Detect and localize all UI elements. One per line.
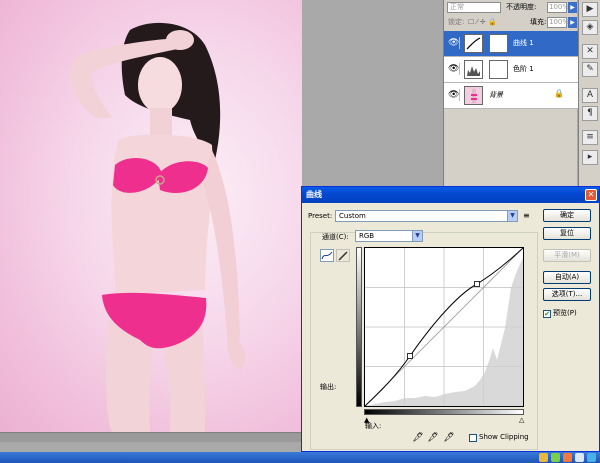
curves-adjustment-icon bbox=[464, 34, 483, 53]
tray-icon[interactable] bbox=[539, 453, 548, 462]
reset-button[interactable]: 复位 bbox=[543, 227, 591, 240]
levels-adjustment-icon bbox=[464, 60, 483, 79]
canvas-status-bar bbox=[0, 432, 302, 442]
fill-arrow-icon[interactable]: ▶ bbox=[568, 17, 577, 28]
channel-value: RGB bbox=[359, 232, 375, 240]
photo-image bbox=[0, 0, 302, 432]
channel-select[interactable]: RGB ▼ bbox=[355, 230, 423, 242]
dialog-title: 曲线 bbox=[306, 190, 322, 199]
show-clipping-label: Show Clipping bbox=[479, 433, 529, 441]
tray-icon[interactable] bbox=[563, 453, 572, 462]
auto-button[interactable]: 自动(A) bbox=[543, 271, 591, 284]
eye-icon[interactable]: 👁 bbox=[448, 89, 460, 101]
taskbar bbox=[0, 452, 600, 463]
layer-row-background[interactable]: 👁 背景 🔒 bbox=[444, 83, 578, 109]
opacity-label: 不透明度: bbox=[506, 3, 537, 11]
ok-button[interactable]: 确定 bbox=[543, 209, 591, 222]
options-button[interactable]: 选项(T)... bbox=[543, 288, 591, 301]
black-eyedropper-icon[interactable]: 🖋 bbox=[412, 432, 424, 444]
fill-input[interactable]: 100% bbox=[547, 17, 569, 28]
channel-label: 通道(C): bbox=[322, 233, 349, 241]
show-clipping-checkbox[interactable] bbox=[469, 434, 477, 442]
blend-mode-select[interactable]: 正常 bbox=[447, 2, 501, 13]
curve-mode-icon[interactable] bbox=[320, 249, 334, 262]
pencil-mode-icon[interactable] bbox=[336, 249, 350, 262]
white-point-slider-icon[interactable]: △ bbox=[519, 416, 524, 425]
layer-name[interactable]: 曲线 1 bbox=[513, 39, 534, 48]
layer-name[interactable]: 背景 bbox=[489, 91, 503, 100]
tray-icon[interactable] bbox=[575, 453, 584, 462]
preview-checkbox[interactable]: ✔ bbox=[543, 310, 551, 318]
eye-icon[interactable]: 👁 bbox=[448, 63, 460, 75]
output-label: 输出: bbox=[320, 383, 337, 391]
opacity-arrow-icon[interactable]: ▶ bbox=[568, 2, 577, 13]
text-icon[interactable]: A bbox=[582, 88, 598, 103]
brush-icon[interactable]: ✎ bbox=[582, 62, 598, 77]
layer-mask-thumbnail[interactable] bbox=[489, 60, 508, 79]
input-gradient-bar bbox=[364, 409, 524, 415]
lock-label: 锁定: bbox=[448, 18, 465, 26]
paragraph-icon[interactable]: ¶ bbox=[582, 106, 598, 121]
preset-label: Preset: bbox=[308, 212, 333, 220]
curve-point bbox=[474, 281, 480, 287]
opacity-input[interactable]: 100% bbox=[547, 2, 569, 13]
layer-mask-thumbnail[interactable] bbox=[489, 34, 508, 53]
blend-opacity-row: 正常 不透明度: 100% ▶ bbox=[444, 0, 578, 14]
preview-label: 预览(P) bbox=[553, 309, 577, 317]
panel-dock: ▶ ◈ ✕ ✎ A ¶ ≡ ▸ bbox=[578, 0, 600, 190]
chevron-down-icon[interactable]: ▼ bbox=[412, 231, 422, 241]
close-button[interactable]: ✕ bbox=[585, 189, 597, 201]
dialog-title-bar[interactable]: 曲线 ✕ bbox=[302, 187, 599, 203]
layer-row-levels[interactable]: 👁 色阶 1 bbox=[444, 57, 578, 83]
background-thumbnail bbox=[464, 86, 483, 105]
preset-value: Custom bbox=[339, 212, 366, 220]
document-canvas[interactable] bbox=[0, 0, 302, 442]
lock-fill-row: 锁定: ☐ ⁄ ✛ 🔒 填充: 100% ▶ bbox=[444, 15, 578, 29]
preset-select[interactable]: Custom ▼ bbox=[335, 210, 518, 222]
tray-icon[interactable] bbox=[551, 453, 560, 462]
tray-icon[interactable] bbox=[587, 453, 596, 462]
lock-icons[interactable]: ☐ ⁄ ✛ 🔒 bbox=[468, 18, 497, 26]
arrow-icon[interactable]: ▸ bbox=[582, 150, 598, 165]
gray-eyedropper-icon[interactable]: 🖋 bbox=[427, 432, 439, 444]
play-icon[interactable]: ▶ bbox=[582, 2, 598, 17]
curves-graph-svg[interactable] bbox=[365, 248, 523, 406]
layer-row-curves[interactable]: 👁 曲线 1 bbox=[444, 31, 578, 57]
tools-icon[interactable]: ✕ bbox=[582, 44, 598, 59]
lock-icon: 🔒 bbox=[554, 89, 564, 98]
curves-graph[interactable] bbox=[364, 247, 524, 407]
curves-dialog: 曲线 ✕ Preset: Custom ▼ ≡ 通道(C): RGB ▼ ▲ △… bbox=[301, 186, 600, 452]
layers-panel: 正常 不透明度: 100% ▶ 锁定: ☐ ⁄ ✛ 🔒 填充: 100% ▶ 👁… bbox=[443, 0, 578, 190]
eye-icon[interactable]: 👁 bbox=[448, 37, 460, 49]
output-gradient-bar bbox=[356, 247, 362, 407]
white-eyedropper-icon[interactable]: 🖋 bbox=[443, 432, 455, 444]
model-illustration bbox=[69, 22, 246, 432]
chevron-down-icon[interactable]: ▼ bbox=[507, 211, 517, 221]
layers-icon[interactable]: ◈ bbox=[582, 20, 598, 35]
smooth-button[interactable]: 平滑(M) bbox=[543, 249, 591, 262]
curve-point bbox=[407, 353, 413, 359]
layer-name[interactable]: 色阶 1 bbox=[513, 65, 534, 74]
notes-icon[interactable]: ≡ bbox=[582, 130, 598, 145]
fill-label: 填充: bbox=[530, 18, 547, 26]
preset-menu-icon[interactable]: ≡ bbox=[523, 211, 530, 220]
input-label: 输入: bbox=[365, 422, 382, 430]
tray-icons bbox=[539, 453, 596, 462]
